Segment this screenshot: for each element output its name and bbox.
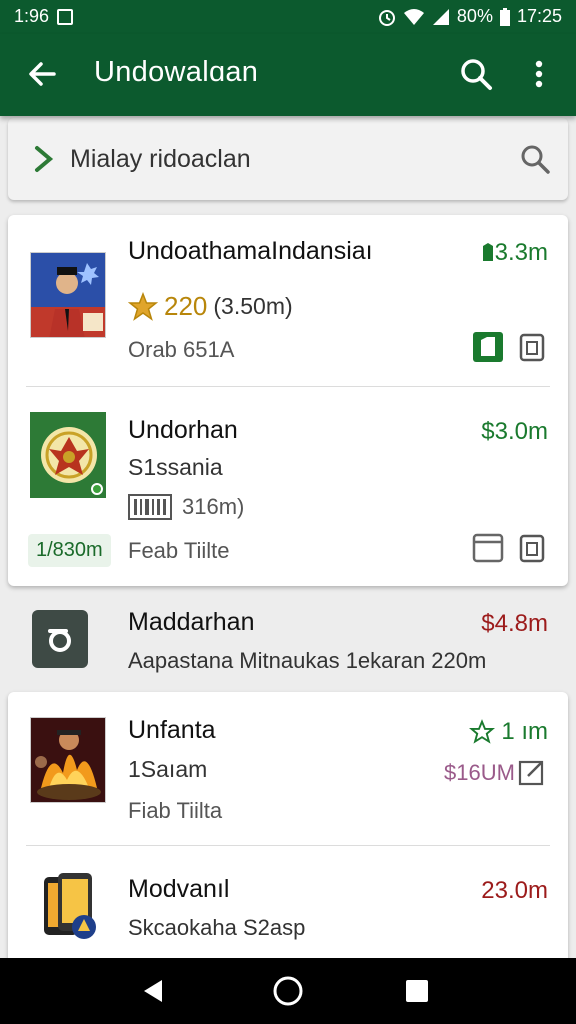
battery-percent: 80% bbox=[456, 6, 493, 26]
bookmark-icon[interactable] bbox=[472, 532, 504, 564]
item-thumbnail bbox=[30, 252, 106, 338]
item-detail: Orab 651A bbox=[128, 337, 235, 362]
signal-icon bbox=[432, 8, 449, 25]
more-vert-icon[interactable] bbox=[524, 56, 554, 92]
alarm-icon bbox=[378, 9, 395, 26]
back-arrow-icon[interactable] bbox=[24, 56, 60, 92]
status-time: 1:96 bbox=[14, 6, 50, 26]
back-nav-icon[interactable] bbox=[140, 978, 166, 1004]
item-thumbnail bbox=[30, 412, 106, 498]
app-icon bbox=[40, 871, 100, 943]
item-name: Unfanta bbox=[128, 716, 216, 744]
star-icon bbox=[128, 291, 158, 321]
search-icon[interactable] bbox=[458, 56, 494, 92]
item-name: Modvanıl bbox=[128, 875, 230, 903]
status-bar: 1:96 80% 17:25 bbox=[0, 0, 576, 34]
tag-icon bbox=[482, 243, 493, 261]
system-nav-bar bbox=[0, 958, 576, 1024]
edit-icon[interactable] bbox=[518, 758, 546, 786]
item-name: Undorhan bbox=[128, 416, 238, 444]
save-icon[interactable] bbox=[472, 331, 504, 363]
filter-bar[interactable]: Mialay ridoaclan bbox=[8, 118, 568, 200]
battery-icon bbox=[499, 7, 510, 26]
item-meta: 316m) bbox=[128, 494, 244, 520]
item-price: $4.8m bbox=[481, 610, 548, 637]
item-price: 23.0m bbox=[481, 877, 548, 904]
copy-icon[interactable] bbox=[516, 331, 548, 363]
list-item[interactable]: Modvanıl Skcaokaha S2asp 23.0m bbox=[0, 845, 576, 958]
chevron-right-icon bbox=[35, 146, 54, 172]
item-subtitle: S1ssania bbox=[128, 454, 223, 480]
item-rating: 220 (3.50m) bbox=[128, 291, 293, 322]
app-bar: Undowalɑan bbox=[0, 34, 576, 116]
item-price: $3.0m bbox=[481, 418, 548, 445]
app-icon bbox=[32, 610, 88, 668]
wifi-icon bbox=[403, 8, 424, 25]
item-detail: Fiab Tiilta bbox=[128, 798, 223, 823]
barcode-icon bbox=[128, 494, 172, 520]
item-detail: Skcaokaha S2asp bbox=[128, 915, 306, 940]
item-price: $16UM bbox=[444, 760, 515, 785]
list-item[interactable]: Unfanta 1Saıam Fiab Tiilta 1 ım $16UM bbox=[0, 692, 576, 845]
home-nav-icon[interactable] bbox=[272, 975, 304, 1007]
item-detail: Feab Tiilte bbox=[128, 538, 230, 563]
list-item[interactable]: Undorhan S1ssania 316m) 1/830m Feab Tiil… bbox=[0, 386, 576, 586]
list-item[interactable]: Maddarhan Aapastana Mitnaukas 1ekaran 22… bbox=[0, 592, 576, 688]
copy-icon[interactable] bbox=[516, 532, 548, 564]
list-item[interactable]: UndoathamaIndansiaı 3.3m 220 (3.50m) Ora… bbox=[0, 215, 576, 386]
item-subtitle: 1Saıam bbox=[128, 756, 208, 782]
item-price-top: 1 ım bbox=[469, 718, 548, 746]
star-outline-icon bbox=[469, 719, 496, 744]
recents-nav-icon[interactable] bbox=[404, 978, 430, 1004]
filter-text: Mialay ridoaclan bbox=[70, 145, 251, 173]
item-detail: Aapastana Mitnaukas 1ekaran 220m bbox=[128, 648, 487, 673]
item-name: Maddarhan bbox=[128, 608, 255, 636]
item-price: 3.3m bbox=[481, 239, 548, 267]
item-name: UndoathamaIndansiaı bbox=[128, 237, 373, 265]
filter-search-icon[interactable] bbox=[518, 142, 552, 176]
notification-icon bbox=[57, 8, 74, 25]
item-thumbnail bbox=[30, 717, 106, 803]
page-title: Undowalɑan bbox=[94, 56, 259, 88]
status-clock: 17:25 bbox=[516, 6, 562, 26]
item-chip: 1/830m bbox=[28, 534, 111, 567]
